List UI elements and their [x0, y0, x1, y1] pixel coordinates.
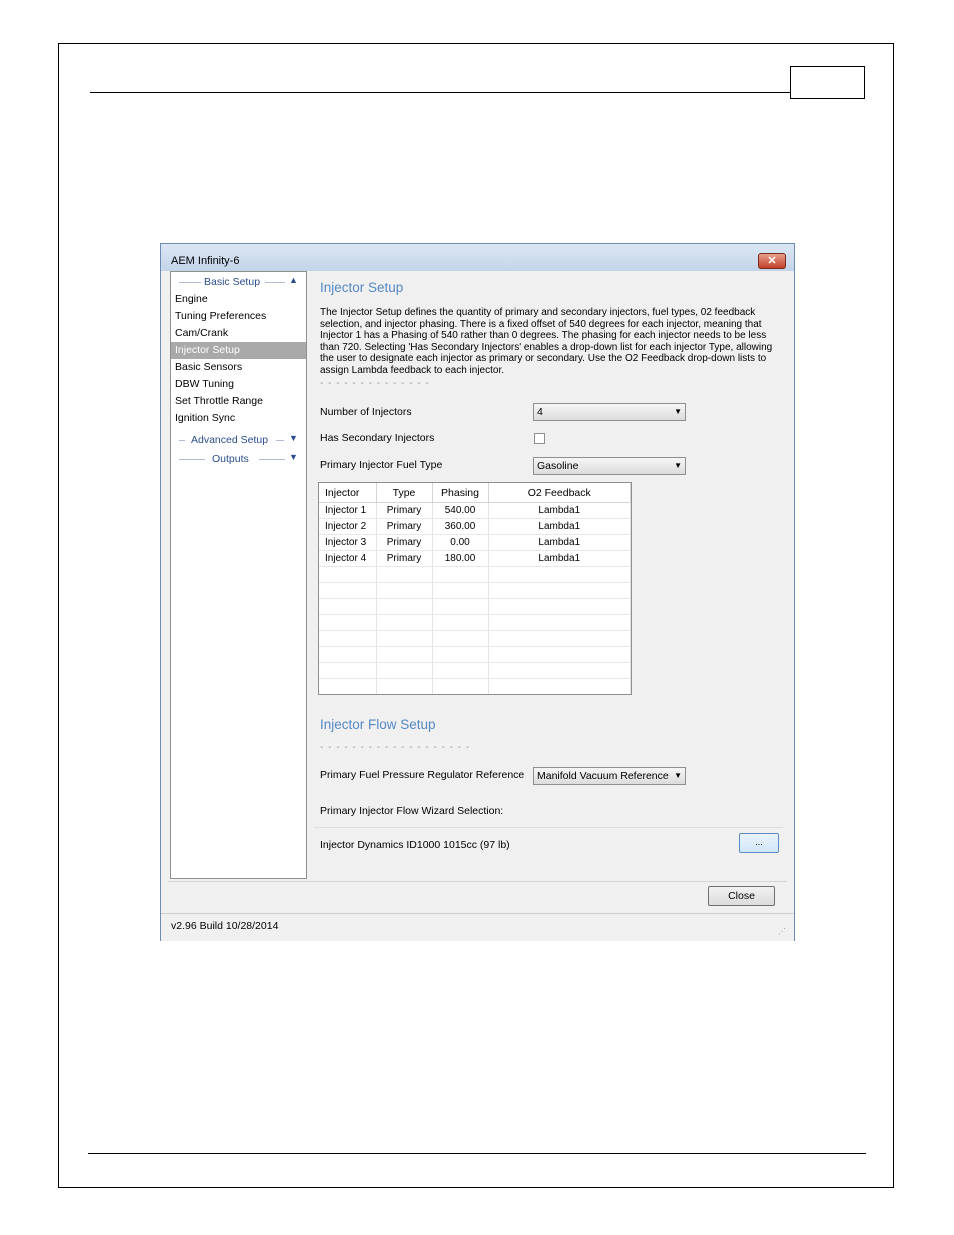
footer-rule	[88, 1153, 866, 1154]
group-line	[179, 459, 205, 460]
table-row[interactable]: Injector 1 Primary 540.00 Lambda1	[319, 502, 631, 519]
cell-phasing[interactable]: 0.00	[432, 534, 489, 551]
dropdown-arrow-icon: ▼	[674, 771, 682, 780]
app-window: AEM Infinity-6 ✕ Basic Setup ▲ Engine Tu…	[160, 243, 795, 941]
sidebar: Basic Setup ▲ Engine Tuning Preferences …	[170, 271, 307, 879]
has-secondary-label: Has Secondary Injectors	[320, 432, 435, 444]
chevron-down-icon[interactable]: ▼	[289, 452, 298, 462]
group-line	[265, 282, 285, 283]
empty-row	[319, 678, 631, 694]
cell-phasing[interactable]: 540.00	[432, 502, 489, 519]
page-number-box	[790, 66, 865, 99]
table-row[interactable]: Injector 3 Primary 0.00 Lambda1	[319, 534, 631, 551]
cell-o2-feedback[interactable]: Lambda1	[488, 534, 631, 551]
injector-setup-description: The Injector Setup defines the quantity …	[320, 307, 773, 376]
cell-type[interactable]: Primary	[376, 550, 433, 567]
sidebar-item-cam-crank[interactable]: Cam/Crank	[171, 325, 306, 342]
empty-row	[319, 566, 631, 583]
cell-type[interactable]: Primary	[376, 502, 433, 519]
window-title: AEM Infinity-6	[171, 255, 240, 267]
cell-o2-feedback[interactable]: Lambda1	[488, 502, 631, 519]
dialog-separator	[168, 881, 787, 882]
sidebar-item-engine[interactable]: Engine	[171, 291, 306, 308]
flow-wizard-browse-button[interactable]: ...	[739, 833, 779, 853]
empty-row	[319, 614, 631, 631]
group-label: Outputs	[212, 453, 249, 465]
num-injectors-select[interactable]: 4 ▼	[533, 403, 686, 421]
resize-grip-icon[interactable]: ⋰	[778, 927, 786, 936]
table-row[interactable]: Injector 4 Primary 180.00 Lambda1	[319, 550, 631, 567]
cell-injector[interactable]: Injector 1	[319, 502, 377, 519]
sidebar-group-outputs[interactable]: Outputs ▼	[171, 449, 306, 468]
window-close-button[interactable]: ✕	[758, 253, 786, 269]
cell-type[interactable]: Primary	[376, 518, 433, 535]
chevron-up-icon[interactable]: ▲	[289, 275, 298, 285]
status-bar: v2.96 Build 10/28/2014 ⋰	[161, 913, 794, 941]
group-line	[179, 440, 185, 441]
cell-type[interactable]: Primary	[376, 534, 433, 551]
section-divider: - - - - - - - - - - - - - - - - - - -	[320, 742, 471, 753]
table-row[interactable]: Injector 2 Primary 360.00 Lambda1	[319, 518, 631, 535]
empty-row	[319, 662, 631, 679]
cell-injector[interactable]: Injector 2	[319, 518, 377, 535]
close-icon: ✕	[767, 255, 777, 267]
group-line	[179, 282, 201, 283]
wizard-label: Primary Injector Flow Wizard Selection:	[320, 805, 504, 817]
content-panel: Injector Setup The Injector Setup define…	[312, 271, 787, 879]
regulator-select[interactable]: Manifold Vacuum Reference ▼	[533, 767, 686, 785]
empty-row	[319, 582, 631, 599]
fuel-type-select[interactable]: Gasoline ▼	[533, 457, 686, 475]
section-divider: - - - - - - - - - - - - - -	[320, 378, 430, 389]
injector-table: Injector Type Phasing O2 Feedback Inject…	[318, 482, 632, 695]
group-label: Advanced Setup	[191, 434, 269, 446]
header-injector[interactable]: Injector	[319, 483, 377, 503]
regulator-value: Manifold Vacuum Reference	[537, 770, 669, 782]
sidebar-item-injector-setup[interactable]: Injector Setup	[171, 342, 306, 359]
cell-phasing[interactable]: 360.00	[432, 518, 489, 535]
wizard-selection-value: Injector Dynamics ID1000 1015cc (97 lb)	[320, 839, 510, 851]
header-o2-feedback[interactable]: O2 Feedback	[488, 483, 631, 503]
cell-o2-feedback[interactable]: Lambda1	[488, 518, 631, 535]
injector-setup-heading: Injector Setup	[320, 280, 404, 295]
sidebar-item-tuning-preferences[interactable]: Tuning Preferences	[171, 308, 306, 325]
dropdown-arrow-icon: ▼	[674, 461, 682, 470]
empty-row	[319, 646, 631, 663]
sidebar-item-basic-sensors[interactable]: Basic Sensors	[171, 359, 306, 376]
flow-setup-heading: Injector Flow Setup	[320, 717, 436, 732]
sidebar-item-set-throttle-range[interactable]: Set Throttle Range	[171, 393, 306, 410]
num-injectors-label: Number of Injectors	[320, 406, 412, 418]
header-phasing[interactable]: Phasing	[432, 483, 489, 503]
regulator-label: Primary Fuel Pressure Regulator Referenc…	[320, 769, 525, 781]
group-line	[276, 440, 284, 441]
chevron-down-icon[interactable]: ▼	[289, 433, 298, 443]
window-client: Basic Setup ▲ Engine Tuning Preferences …	[168, 271, 787, 908]
num-injectors-value: 4	[537, 406, 543, 418]
empty-row	[319, 630, 631, 647]
header-rule	[90, 92, 790, 93]
header-type[interactable]: Type	[376, 483, 433, 503]
cell-injector[interactable]: Injector 3	[319, 534, 377, 551]
sidebar-item-dbw-tuning[interactable]: DBW Tuning	[171, 376, 306, 393]
empty-row	[319, 598, 631, 615]
cell-injector[interactable]: Injector 4	[319, 550, 377, 567]
cell-o2-feedback[interactable]: Lambda1	[488, 550, 631, 567]
sidebar-group-advanced-setup[interactable]: Advanced Setup ▼	[171, 430, 306, 449]
fuel-type-label: Primary Injector Fuel Type	[320, 459, 443, 471]
cell-phasing[interactable]: 180.00	[432, 550, 489, 567]
has-secondary-checkbox[interactable]	[534, 433, 545, 444]
version-label: v2.96 Build 10/28/2014	[171, 920, 279, 932]
group-line	[259, 459, 285, 460]
fuel-type-value: Gasoline	[537, 460, 579, 472]
table-header-row: Injector Type Phasing O2 Feedback	[319, 483, 631, 503]
title-bar[interactable]: AEM Infinity-6 ✕	[161, 244, 794, 271]
close-button[interactable]: Close	[708, 886, 775, 906]
sidebar-group-basic-setup[interactable]: Basic Setup ▲	[171, 272, 306, 291]
group-label: Basic Setup	[204, 276, 261, 288]
dropdown-arrow-icon: ▼	[674, 407, 682, 416]
sidebar-item-ignition-sync[interactable]: Ignition Sync	[171, 410, 306, 427]
